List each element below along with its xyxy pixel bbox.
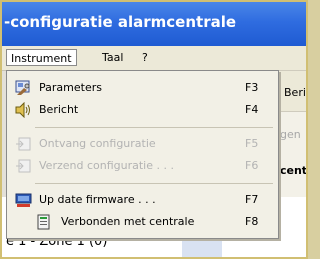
menu-item-verbonden[interactable]: Verbonden met centrale F8 <box>7 211 278 233</box>
menu-instrument[interactable]: Instrument <box>6 49 77 66</box>
menu-item-bericht-shortcut: F4 <box>245 103 259 116</box>
menu-item-verzend-label: Verzend configuratie . . . <box>39 159 174 172</box>
connection-icon <box>35 214 52 230</box>
send-config-icon <box>15 158 32 174</box>
window-title: -configuratie alarmcentrale <box>4 13 237 31</box>
menu-item-ontvang-shortcut: F5 <box>245 137 259 150</box>
background-panel-text: cent <box>280 164 308 177</box>
menu-item-verzend-configuratie[interactable]: Verzend configuratie . . . F6 <box>7 155 278 177</box>
parameters-icon <box>15 80 32 96</box>
menu-item-verzend-shortcut: F6 <box>245 159 259 172</box>
menu-item-parameters-label: Parameters <box>39 81 102 94</box>
menu-item-update-firmware-shortcut: F7 <box>245 193 259 206</box>
menu-item-update-firmware[interactable]: Up date firmware . . . F7 <box>7 189 278 211</box>
menu-item-ontvang-label: Ontvang configuratie <box>39 137 156 150</box>
menu-item-update-firmware-label: Up date firmware . . . <box>39 193 156 206</box>
menu-help[interactable]: ? <box>138 49 152 66</box>
menu-item-verbonden-label: Verbonden met centrale <box>61 215 195 228</box>
menu-bar: Instrument Taal ? <box>2 46 306 71</box>
instrument-dropdown-menu: Parameters F3 Bericht F4 Ontvang configu… <box>6 70 279 239</box>
menu-item-bericht-label: Bericht <box>39 103 79 116</box>
background-toolbar-text: Beri <box>284 86 306 99</box>
menu-item-parameters[interactable]: Parameters F3 <box>7 77 278 99</box>
background-tab-text: gen <box>280 128 301 141</box>
speaker-icon <box>15 101 32 119</box>
menu-item-ontvang-configuratie[interactable]: Ontvang configuratie F5 <box>7 133 278 155</box>
menu-taal[interactable]: Taal <box>98 49 127 66</box>
menu-item-parameters-shortcut: F3 <box>245 81 259 94</box>
menu-separator <box>35 127 273 128</box>
menu-item-verbonden-shortcut: F8 <box>245 215 259 228</box>
menu-separator <box>35 183 273 184</box>
application-window: -configuratie alarmcentrale Instrument T… <box>0 0 308 259</box>
receive-config-icon <box>15 136 32 152</box>
window-title-bar[interactable]: -configuratie alarmcentrale <box>2 2 306 46</box>
firmware-update-icon <box>15 192 32 208</box>
menu-item-bericht[interactable]: Bericht F4 <box>7 99 278 121</box>
